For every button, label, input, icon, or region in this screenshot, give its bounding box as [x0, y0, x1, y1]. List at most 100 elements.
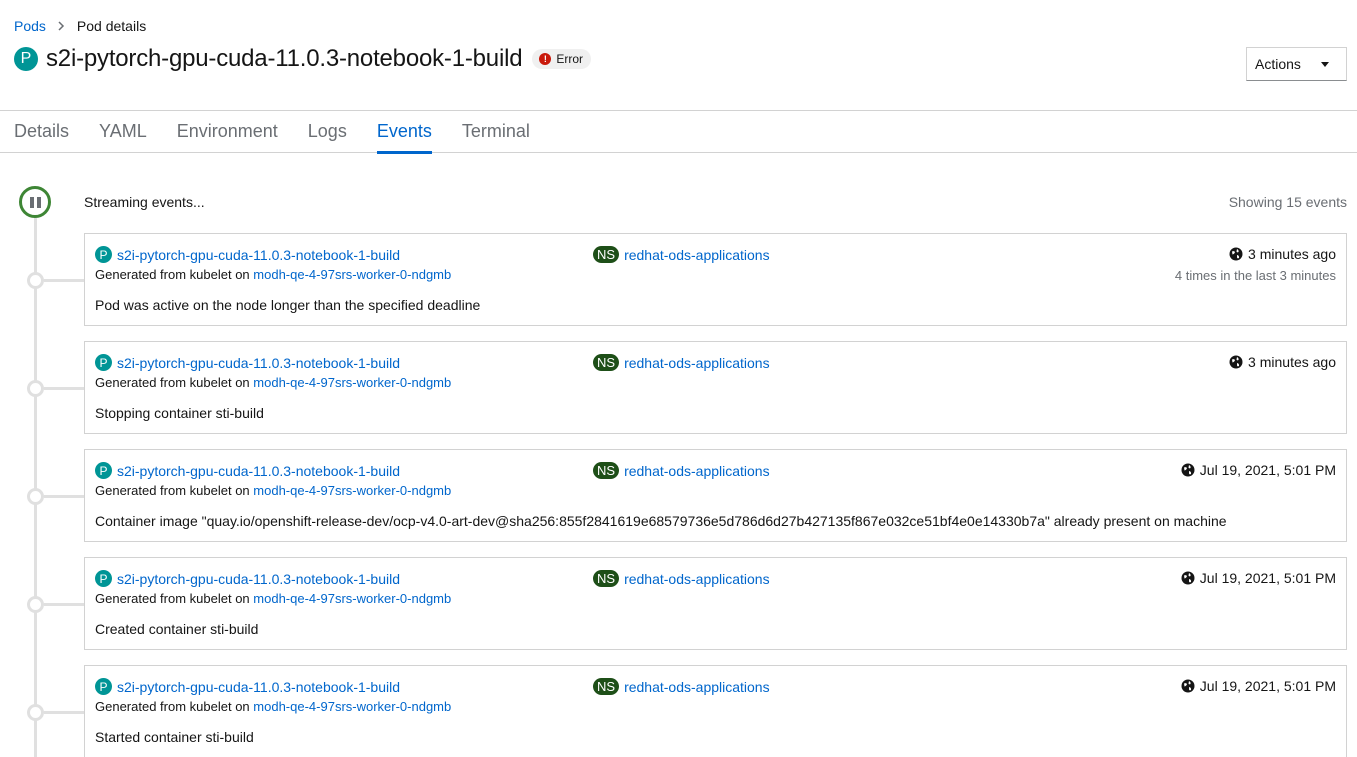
globe-icon	[1181, 571, 1195, 585]
namespace-link[interactable]: redhat-ods-applications	[624, 571, 770, 587]
event-message: Started container sti-build	[95, 729, 254, 745]
namespace-resource-icon: NS	[593, 462, 620, 479]
pod-resource-icon: P	[95, 246, 112, 263]
event-resource-link[interactable]: s2i-pytorch-gpu-cuda-11.0.3-notebook-1-b…	[117, 247, 400, 263]
timeline-dot	[27, 272, 44, 289]
event-time-label: 3 minutes ago	[1248, 354, 1336, 370]
page-header: P s2i-pytorch-gpu-cuda-11.0.3-notebook-1…	[14, 45, 592, 73]
actions-dropdown[interactable]: Actions	[1246, 47, 1347, 81]
event-resource-link[interactable]: s2i-pytorch-gpu-cuda-11.0.3-notebook-1-b…	[117, 679, 400, 695]
event-card: P s2i-pytorch-gpu-cuda-11.0.3-notebook-1…	[84, 665, 1347, 757]
event-time: 3 minutes ago	[1229, 246, 1336, 262]
breadcrumb-pods-link[interactable]: Pods	[14, 18, 46, 34]
node-link[interactable]: modh-qe-4-97srs-worker-0-ndgmb	[253, 591, 451, 606]
node-link[interactable]: modh-qe-4-97srs-worker-0-ndgmb	[253, 267, 451, 282]
namespace-resource-icon: NS	[593, 570, 620, 587]
event-source: Generated from kubelet on modh-qe-4-97sr…	[95, 483, 451, 498]
pod-resource-icon: P	[95, 462, 112, 479]
event-repeat-count: 4 times in the last 3 minutes	[1174, 268, 1336, 283]
event-source-prefix: Generated from kubelet on	[95, 267, 250, 282]
event-card: P s2i-pytorch-gpu-cuda-11.0.3-notebook-1…	[84, 341, 1347, 434]
event-source-prefix: Generated from kubelet on	[95, 483, 250, 498]
event-message: Container image "quay.io/openshift-relea…	[95, 513, 1227, 529]
pod-resource-icon: P	[95, 354, 112, 371]
status-label: Error	[556, 52, 584, 66]
chevron-right-icon	[58, 21, 64, 31]
timeline-dot	[27, 488, 44, 505]
breadcrumb: Pods Pod details	[14, 18, 146, 34]
globe-icon	[1181, 463, 1195, 477]
breadcrumb-current: Pod details	[76, 18, 147, 34]
exclamation-circle-icon: !	[539, 53, 552, 65]
node-link[interactable]: modh-qe-4-97srs-worker-0-ndgmb	[253, 375, 451, 390]
pause-icon	[29, 196, 41, 208]
event-namespace: NS redhat-ods-applications	[593, 354, 770, 371]
event-namespace: NS redhat-ods-applications	[593, 570, 770, 587]
namespace-link[interactable]: redhat-ods-applications	[624, 355, 770, 371]
tab-terminal[interactable]: Terminal	[462, 111, 530, 153]
event-resource: P s2i-pytorch-gpu-cuda-11.0.3-notebook-1…	[95, 570, 400, 587]
pause-stream-button[interactable]	[19, 186, 51, 218]
event-namespace: NS redhat-ods-applications	[593, 246, 770, 263]
caret-down-icon	[1321, 62, 1329, 67]
event-resource: P s2i-pytorch-gpu-cuda-11.0.3-notebook-1…	[95, 462, 400, 479]
timeline-connector	[44, 495, 84, 498]
timeline-connector	[44, 603, 84, 606]
status-badge: ! Error	[532, 49, 592, 69]
event-message: Pod was active on the node longer than t…	[95, 297, 481, 313]
event-time-label: Jul 19, 2021, 5:01 PM	[1199, 570, 1336, 586]
page-title: s2i-pytorch-gpu-cuda-11.0.3-notebook-1-b…	[46, 45, 523, 72]
pod-resource-icon: P	[95, 570, 112, 587]
streaming-status: Streaming events...	[84, 194, 205, 210]
timeline-line	[34, 210, 37, 757]
globe-icon	[1229, 247, 1243, 261]
event-source: Generated from kubelet on modh-qe-4-97sr…	[95, 375, 451, 390]
tab-logs[interactable]: Logs	[308, 111, 347, 153]
event-source-prefix: Generated from kubelet on	[95, 591, 250, 606]
event-source: Generated from kubelet on modh-qe-4-97sr…	[95, 699, 451, 714]
event-card: P s2i-pytorch-gpu-cuda-11.0.3-notebook-1…	[84, 557, 1347, 650]
event-message: Stopping container sti-build	[95, 405, 264, 421]
event-resource: P s2i-pytorch-gpu-cuda-11.0.3-notebook-1…	[95, 354, 400, 371]
tab-details[interactable]: Details	[14, 111, 69, 153]
tab-environment[interactable]: Environment	[177, 111, 278, 153]
event-card: P s2i-pytorch-gpu-cuda-11.0.3-notebook-1…	[84, 233, 1347, 326]
event-message: Created container sti-build	[95, 621, 259, 637]
event-count: Showing 15 events	[1228, 194, 1347, 210]
pod-resource-icon: P	[95, 678, 112, 695]
event-time: Jul 19, 2021, 5:01 PM	[1181, 462, 1336, 478]
namespace-resource-icon: NS	[593, 354, 620, 371]
timeline-dot	[27, 380, 44, 397]
node-link[interactable]: modh-qe-4-97srs-worker-0-ndgmb	[253, 699, 451, 714]
actions-label: Actions	[1255, 56, 1301, 72]
event-resource-link[interactable]: s2i-pytorch-gpu-cuda-11.0.3-notebook-1-b…	[117, 571, 400, 587]
event-resource-link[interactable]: s2i-pytorch-gpu-cuda-11.0.3-notebook-1-b…	[117, 463, 400, 479]
event-time: 3 minutes ago	[1229, 354, 1336, 370]
timeline-connector	[44, 279, 84, 282]
globe-icon	[1229, 355, 1243, 369]
node-link[interactable]: modh-qe-4-97srs-worker-0-ndgmb	[253, 483, 451, 498]
event-resource: P s2i-pytorch-gpu-cuda-11.0.3-notebook-1…	[95, 678, 400, 695]
event-time: Jul 19, 2021, 5:01 PM	[1181, 678, 1336, 694]
event-card: P s2i-pytorch-gpu-cuda-11.0.3-notebook-1…	[84, 449, 1347, 542]
tab-yaml[interactable]: YAML	[99, 111, 147, 153]
event-source-prefix: Generated from kubelet on	[95, 375, 250, 390]
event-time-label: 3 minutes ago	[1248, 246, 1336, 262]
namespace-link[interactable]: redhat-ods-applications	[624, 679, 770, 695]
event-time-label: Jul 19, 2021, 5:01 PM	[1199, 678, 1336, 694]
namespace-link[interactable]: redhat-ods-applications	[624, 247, 770, 263]
event-resource-link[interactable]: s2i-pytorch-gpu-cuda-11.0.3-notebook-1-b…	[117, 355, 400, 371]
namespace-link[interactable]: redhat-ods-applications	[624, 463, 770, 479]
namespace-resource-icon: NS	[593, 246, 620, 263]
event-time: Jul 19, 2021, 5:01 PM	[1181, 570, 1336, 586]
tab-events[interactable]: Events	[376, 111, 432, 154]
timeline-dot	[27, 596, 44, 613]
event-namespace: NS redhat-ods-applications	[593, 678, 770, 695]
event-source: Generated from kubelet on modh-qe-4-97sr…	[95, 267, 451, 282]
namespace-resource-icon: NS	[593, 678, 620, 695]
timeline-dot	[27, 704, 44, 721]
event-source-prefix: Generated from kubelet on	[95, 699, 250, 714]
pod-resource-icon: P	[14, 47, 38, 71]
event-source: Generated from kubelet on modh-qe-4-97sr…	[95, 591, 451, 606]
event-resource: P s2i-pytorch-gpu-cuda-11.0.3-notebook-1…	[95, 246, 400, 263]
